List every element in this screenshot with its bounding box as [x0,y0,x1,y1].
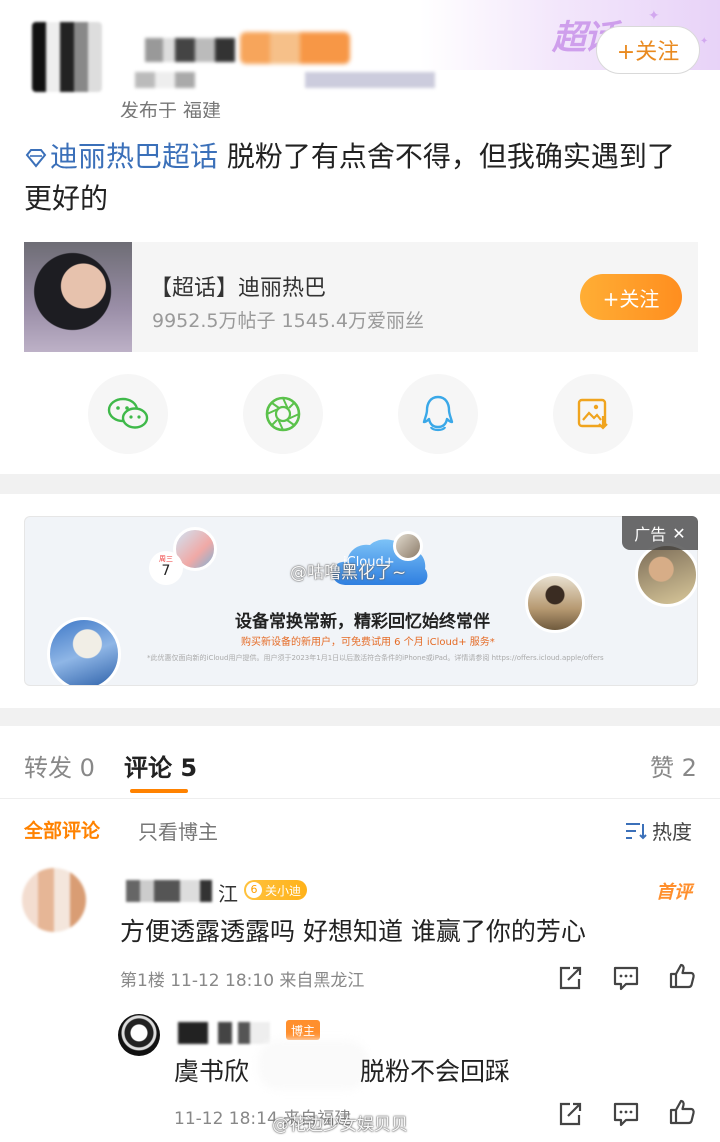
post-text: 迪丽热巴超话 脱粉了有点舍不得，但我确实遇到了更好的 [24,136,696,220]
tab-comments[interactable]: 评论 5 [124,748,197,783]
like-icon[interactable] [668,962,696,990]
section-divider [0,474,720,494]
blogger-name[interactable] [178,1022,270,1044]
ad-date-widget: 周三 7 [149,551,183,585]
ad-fineprint: *此优惠仅面向新的iCloud用户提供。用户须于2023年1月1日以后激活符合条… [147,654,604,662]
share-icon[interactable] [556,1100,584,1128]
reply-text-start: 虞书欣 [174,1057,250,1086]
share-icon[interactable] [556,964,584,992]
supertopic-title: 【超话】迪丽热巴 [150,276,327,301]
post-source: 发布于 福建 [120,100,222,118]
wechat-icon [107,397,149,429]
sort-icon [626,822,647,839]
redaction-smudge [258,1040,368,1090]
section-divider [0,708,720,726]
first-review-tag: 首评 [656,882,692,903]
ad-label: 广告 [634,525,667,544]
active-tab-indicator [130,789,188,793]
reply-text-end: 脱粉不会回踩 [360,1057,511,1086]
share-wechat-button[interactable] [88,374,168,454]
filter-blogger-only[interactable]: 只看博主 [138,816,218,845]
ad-headline: 设备常换常新，精彩回忆始终常伴 [235,612,490,632]
commenter-name-tail[interactable]: 江 [218,878,238,907]
fan-badge-label: 关小迪 [265,883,302,898]
blogger-avatar[interactable] [118,1014,160,1056]
share-moments-button[interactable] [243,374,323,454]
blogger-tag: 博主 [286,1020,321,1040]
author-avatar[interactable] [32,22,102,92]
qq-icon [422,395,454,432]
save-image-icon [577,398,608,430]
share-qq-button[interactable] [398,374,478,454]
follow-button[interactable]: +关注 [596,26,700,74]
ad-banner[interactable]: 周三 7 iCloud+ 设备常换常新，精彩回忆始终常伴 购买新设备的新用户，可… [24,516,698,686]
ad-photo [393,531,423,561]
topic-link-label: 迪丽热巴超话 [50,140,219,173]
ad-photo [635,543,697,607]
comment-text: 方便透露透露吗 好想知道 谁赢了你的芳心 [120,917,586,946]
sparkle-icon: ✦ [700,36,709,47]
like-icon[interactable] [668,1098,696,1126]
ad-photo [47,617,121,685]
tab-divider [0,798,720,799]
ad-subline: 购买新设备的新用户，可免费试用 6 个月 iCloud+ 服务* [241,637,495,648]
supertopic-card[interactable]: 【超话】迪丽热巴 9952.5万帖子 1545.4万爱丽丝 +关注 [24,242,698,352]
comment-icon[interactable] [612,1100,640,1128]
commenter-name[interactable] [120,880,212,902]
author-badge [240,32,350,64]
supertopic-stats: 9952.5万帖子 1545.4万爱丽丝 [152,310,425,332]
fan-badge: 6 关小迪 [244,880,308,900]
tab-likes[interactable]: 赞 2 [650,748,697,783]
ad-date-number: 7 [161,563,171,579]
ad-close-badge[interactable]: 广告 ✕ [622,516,698,550]
moments-icon [265,396,301,432]
author-name[interactable] [145,38,235,62]
ad-photo [525,573,585,633]
sparkle-icon: ✦ [648,8,660,24]
comment-meta: 第1楼 11-12 18:10 来自黑龙江 [120,971,365,991]
fan-level: 6 [246,882,262,898]
watermark: @咕噜黑化了~ [290,563,407,583]
supertopic-follow-button[interactable]: +关注 [580,274,682,320]
supertopic-thumbnail [24,242,132,352]
filter-all-comments[interactable]: 全部评论 [24,816,100,843]
sort-by-heat[interactable]: 热度 [624,816,692,845]
comment-icon[interactable] [612,964,640,992]
commenter-avatar[interactable] [22,868,86,932]
diamond-icon [25,149,47,168]
close-icon[interactable]: ✕ [672,524,685,543]
sort-label: 热度 [652,820,692,844]
topic-link[interactable]: 迪丽热巴超话 [24,140,218,173]
share-save-image-button[interactable] [553,374,633,454]
post-meta [135,72,435,88]
tab-repost[interactable]: 转发 0 [24,748,95,783]
watermark: @花边少女娱贝贝 [272,1115,408,1135]
